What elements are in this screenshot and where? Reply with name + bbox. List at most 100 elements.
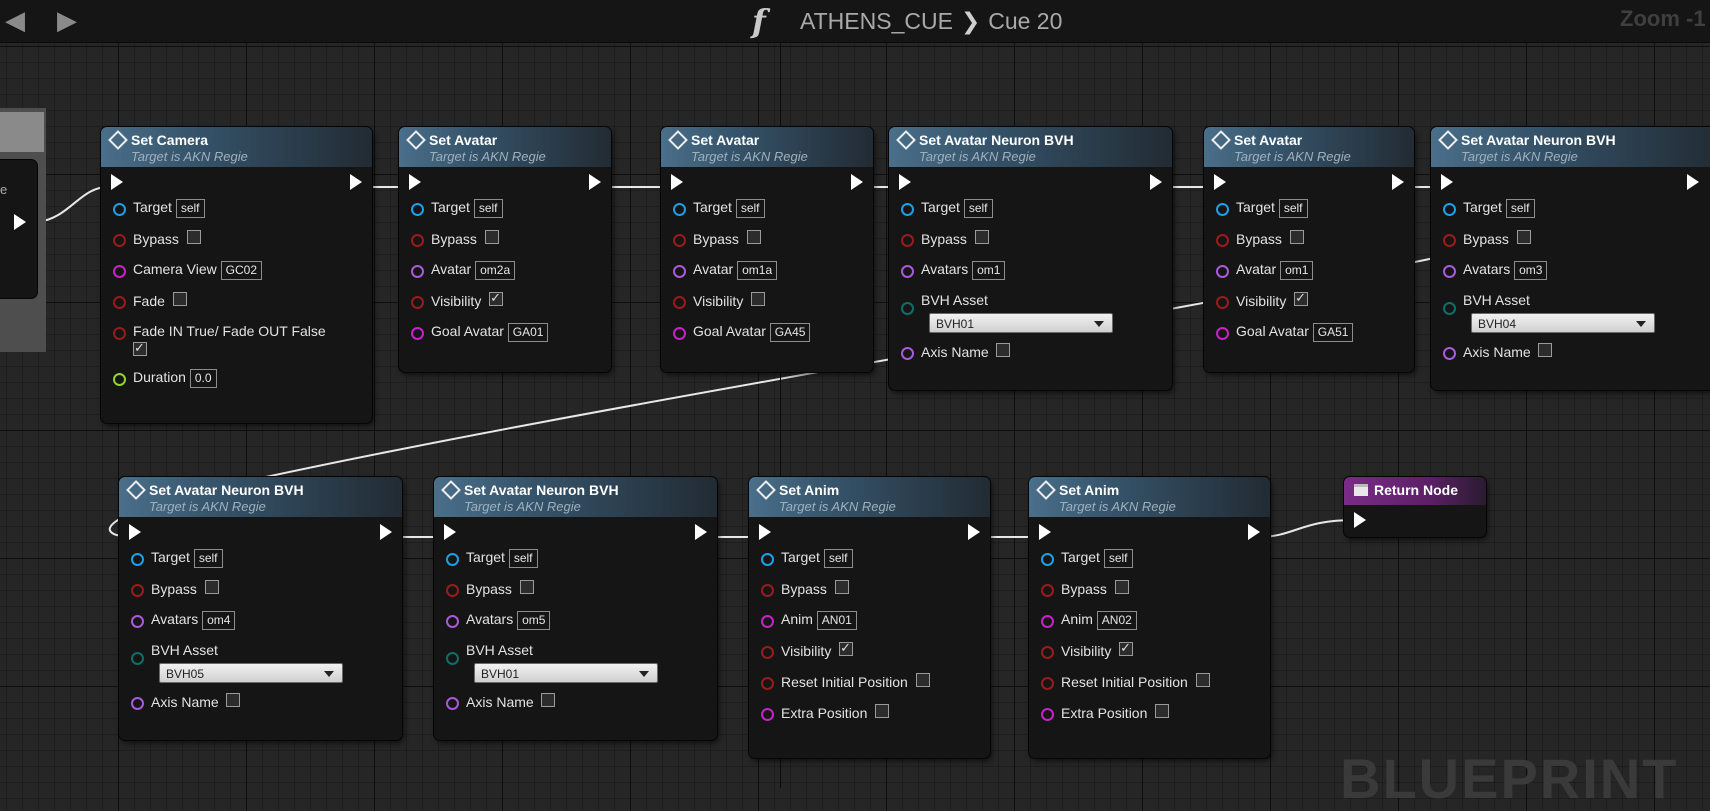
avatars-pin[interactable] [446, 615, 459, 628]
bvh-asset-dropdown[interactable]: BVH04 [1471, 313, 1655, 333]
forward-arrow-icon[interactable]: ▶ [52, 5, 82, 35]
anim-pin[interactable] [761, 615, 774, 628]
bypass-pin[interactable] [1041, 584, 1054, 597]
reset-initial-position-checkbox[interactable] [915, 673, 930, 687]
exec-in-pin[interactable] [111, 174, 123, 190]
node-header[interactable]: Return Node [1344, 477, 1486, 505]
target-field[interactable]: self [175, 199, 205, 218]
bypass-checkbox[interactable] [1289, 230, 1304, 244]
exec-out-pin[interactable] [1248, 524, 1260, 540]
fade-pin[interactable] [113, 296, 126, 309]
bypass-pin[interactable] [113, 234, 126, 247]
goal-avatar-pin[interactable] [1216, 327, 1229, 340]
extra-position-pin[interactable] [1041, 708, 1054, 721]
axis-name-pin[interactable] [446, 697, 459, 710]
reset-initial-position-pin[interactable] [761, 677, 774, 690]
target-pin[interactable] [761, 553, 774, 566]
node-return[interactable]: Return Node [1344, 477, 1486, 537]
breadcrumb-current[interactable]: Cue 20 [988, 8, 1062, 34]
bypass-pin[interactable] [761, 584, 774, 597]
exec-in-pin[interactable] [759, 524, 771, 540]
exec-in-pin[interactable] [409, 174, 421, 190]
node-set-anim[interactable]: Set Anim Target is AKN Regie Target self … [749, 477, 990, 758]
anim-field[interactable]: AN01 [816, 611, 857, 630]
target-field[interactable]: self [508, 549, 538, 568]
previous-node[interactable]: e [0, 160, 37, 298]
bvh-asset-dropdown[interactable]: BVH01 [474, 663, 658, 683]
bypass-checkbox[interactable] [1516, 230, 1531, 244]
node-header[interactable]: Set Avatar Target is AKN Regie [661, 127, 873, 167]
avatar-field[interactable]: om2a [475, 261, 516, 280]
bypass-checkbox[interactable] [834, 580, 849, 594]
duration-field[interactable]: 0.0 [189, 369, 217, 388]
visibility-pin[interactable] [1041, 646, 1054, 659]
exec-in-pin[interactable] [444, 524, 456, 540]
avatar-pin[interactable] [1216, 265, 1229, 278]
visibility-pin[interactable] [1216, 296, 1229, 309]
target-field[interactable]: self [735, 199, 765, 218]
exec-out-pin[interactable] [968, 524, 980, 540]
target-pin[interactable] [411, 203, 424, 216]
node-header[interactable]: Set Anim Target is AKN Regie [1029, 477, 1270, 517]
visibility-pin[interactable] [673, 296, 686, 309]
visibility-checkbox[interactable] [489, 290, 504, 306]
exec-out-pin[interactable] [380, 524, 392, 540]
camera-view-field[interactable]: GC02 [220, 261, 263, 280]
goal-avatar-pin[interactable] [411, 327, 424, 340]
node-header[interactable]: Set Avatar Neuron BVH Target is AKN Regie [119, 477, 402, 517]
avatar-pin[interactable] [673, 265, 686, 278]
node-set-avatar-neuron-bvh[interactable]: Set Avatar Neuron BVH Target is AKN Regie… [889, 127, 1172, 390]
previous-node-exec-out-pin[interactable] [14, 214, 26, 230]
exec-in-pin[interactable] [899, 174, 911, 190]
exec-out-pin[interactable] [1687, 174, 1699, 190]
target-pin[interactable] [1216, 203, 1229, 216]
extra-position-checkbox[interactable] [875, 704, 890, 718]
axis-name-checkbox[interactable] [226, 693, 241, 707]
node-header[interactable]: Set Avatar Target is AKN Regie [1204, 127, 1414, 167]
axis-name-pin[interactable] [901, 347, 914, 360]
breadcrumb-parent[interactable]: ATHENS_CUE [800, 8, 953, 34]
bvh-asset-dropdown[interactable]: BVH01 [929, 313, 1113, 333]
reset-initial-position-checkbox[interactable] [1195, 673, 1210, 687]
target-field[interactable]: self [1505, 199, 1535, 218]
visibility-pin[interactable] [411, 296, 424, 309]
avatars-pin[interactable] [131, 615, 144, 628]
node-set-avatar-neuron-bvh[interactable]: Set Avatar Neuron BVH Target is AKN Regie… [119, 477, 402, 740]
node-set-anim[interactable]: Set Anim Target is AKN Regie Target self … [1029, 477, 1270, 758]
exec-out-pin[interactable] [350, 174, 362, 190]
axis-name-checkbox[interactable] [541, 693, 556, 707]
node-header[interactable]: Set Avatar Neuron BVH Target is AKN Regie [889, 127, 1172, 167]
axis-name-checkbox[interactable] [996, 343, 1011, 357]
target-pin[interactable] [113, 203, 126, 216]
exec-in-pin[interactable] [1039, 524, 1051, 540]
exec-out-pin[interactable] [1150, 174, 1162, 190]
axis-name-pin[interactable] [131, 697, 144, 710]
bypass-checkbox[interactable] [746, 230, 761, 244]
target-pin[interactable] [131, 553, 144, 566]
avatars-field[interactable]: om3 [1514, 261, 1548, 280]
bypass-pin[interactable] [901, 234, 914, 247]
target-pin[interactable] [1041, 553, 1054, 566]
bypass-checkbox[interactable] [204, 580, 219, 594]
avatar-pin[interactable] [411, 265, 424, 278]
bypass-checkbox[interactable] [974, 230, 989, 244]
target-field[interactable]: self [473, 199, 503, 218]
node-header[interactable]: Set Camera Target is AKN Regie [101, 127, 372, 167]
bvh-asset-pin[interactable] [131, 652, 144, 665]
goal-avatar-field[interactable]: GA01 [507, 323, 549, 342]
bypass-pin[interactable] [411, 234, 424, 247]
node-set-avatar[interactable]: Set Avatar Target is AKN Regie Target sel… [1204, 127, 1414, 372]
axis-name-pin[interactable] [1443, 347, 1456, 360]
camera-view-pin[interactable] [113, 265, 126, 278]
node-set-avatar-neuron-bvh[interactable]: Set Avatar Neuron BVH Target is AKN Regie… [1431, 127, 1710, 390]
avatar-field[interactable]: om1a [737, 261, 778, 280]
target-pin[interactable] [901, 203, 914, 216]
anim-pin[interactable] [1041, 615, 1054, 628]
extra-position-checkbox[interactable] [1155, 704, 1170, 718]
bvh-asset-pin[interactable] [1443, 302, 1456, 315]
target-field[interactable]: self [963, 199, 993, 218]
axis-name-checkbox[interactable] [1538, 343, 1553, 357]
avatars-pin[interactable] [901, 265, 914, 278]
bvh-asset-dropdown[interactable]: BVH05 [159, 663, 343, 683]
exec-out-pin[interactable] [1392, 174, 1404, 190]
